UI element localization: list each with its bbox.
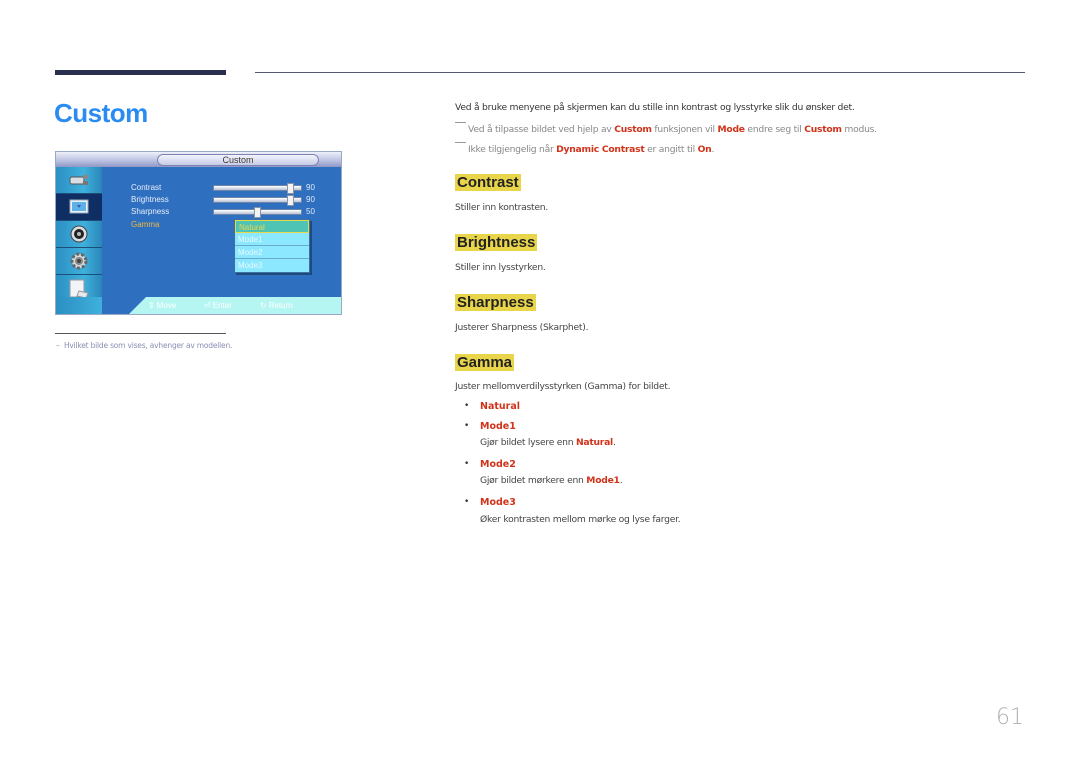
- gamma-mode3-label: Mode3: [480, 497, 516, 508]
- gamma-natural-label: Natural: [480, 401, 521, 412]
- contrast-value: 90: [306, 183, 315, 192]
- contrast-slider: [213, 183, 302, 194]
- note-custom-mode: Ved å tilpasse bildet ved hjelp av Custo…: [455, 122, 877, 135]
- setup-icon: [56, 248, 102, 275]
- header-rule-thick: [55, 70, 226, 75]
- gamma-mode2-desc: Gjør bildet mørkere enn Mode1.: [480, 475, 623, 486]
- gamma-option: Mode3: [238, 261, 263, 270]
- footnote-rule: [55, 333, 226, 334]
- picture-icon: [56, 194, 102, 221]
- section-desc-gamma: Juster mellomverdilysstyrken (Gamma) for…: [455, 381, 671, 392]
- gamma-mode2-label: Mode2: [480, 459, 516, 470]
- bullet-icon: •: [464, 421, 470, 431]
- section-desc-sharpness: Justerer Sharpness (Skarphet).: [455, 322, 589, 333]
- section-desc-brightness: Stiller inn lysstyrken.: [455, 262, 546, 273]
- footnote: – Hvilket bilde som vises, avhenger av m…: [56, 341, 233, 350]
- osd-move-hint: ⇕ Move: [148, 301, 177, 310]
- note-dynamic-contrast: Ikke tilgjengelig når Dynamic Contrast e…: [455, 142, 714, 155]
- note-dash: [455, 122, 466, 123]
- osd-return-hint: ↻ Return: [260, 301, 293, 310]
- gamma-option: Mode2: [235, 246, 309, 259]
- slider-knob: [287, 195, 294, 206]
- move-icon: ⇕: [148, 301, 155, 310]
- intro-text: Ved å bruke menyene på skjermen kan du s…: [455, 102, 855, 113]
- sharpness-value: 50: [306, 207, 315, 216]
- section-desc-contrast: Stiller inn kontrasten.: [455, 202, 549, 213]
- gamma-mode3-desc: Øker kontrasten mellom mørke og lyse far…: [480, 514, 681, 525]
- osd-enter-hint: ⏎ Enter: [204, 301, 232, 310]
- gamma-mode1-label: Mode1: [480, 421, 516, 432]
- sharpness-slider: [213, 207, 302, 218]
- osd-item-contrast: Contrast: [131, 183, 162, 192]
- section-heading-sharpness: Sharpness: [455, 294, 536, 311]
- gamma-mode1-desc: Gjør bildet lysere enn Natural.: [480, 437, 616, 448]
- bullet-icon: •: [464, 459, 470, 469]
- gamma-dropdown: Natural Mode1 Mode2 Mode3: [234, 219, 310, 273]
- page-number: 61: [996, 705, 1024, 730]
- osd-item-sharpness: Sharpness: [131, 207, 170, 216]
- return-icon: ↻: [260, 301, 267, 310]
- slider-knob: [287, 183, 294, 194]
- note-dash: [455, 142, 466, 143]
- osd-title: Custom: [157, 154, 319, 166]
- slider-knob: [254, 207, 261, 218]
- brightness-slider: [213, 195, 302, 206]
- gamma-option: Mode1: [235, 233, 309, 246]
- bullet-icon: •: [464, 497, 470, 507]
- section-heading-brightness: Brightness: [455, 234, 538, 251]
- section-heading-contrast: Contrast: [455, 174, 521, 191]
- brightness-value: 90: [306, 195, 315, 204]
- input-icon: [56, 167, 102, 194]
- osd-item-gamma: Gamma: [131, 220, 160, 229]
- osd-item-brightness: Brightness: [131, 195, 169, 204]
- section-heading-gamma: Gamma: [455, 354, 515, 371]
- osd-menu-screenshot: Custom Contrast Brightness Sharpness Gam…: [55, 151, 342, 315]
- bullet-icon: •: [464, 401, 470, 411]
- page-title: Custom: [54, 98, 148, 128]
- gamma-option: Natural: [235, 220, 309, 233]
- enter-icon: ⏎: [204, 301, 211, 310]
- osd-footer-side: [56, 297, 102, 314]
- header-rule-thin: [255, 72, 1025, 73]
- osd-sidebar: [56, 167, 102, 302]
- sound-icon: [56, 221, 102, 248]
